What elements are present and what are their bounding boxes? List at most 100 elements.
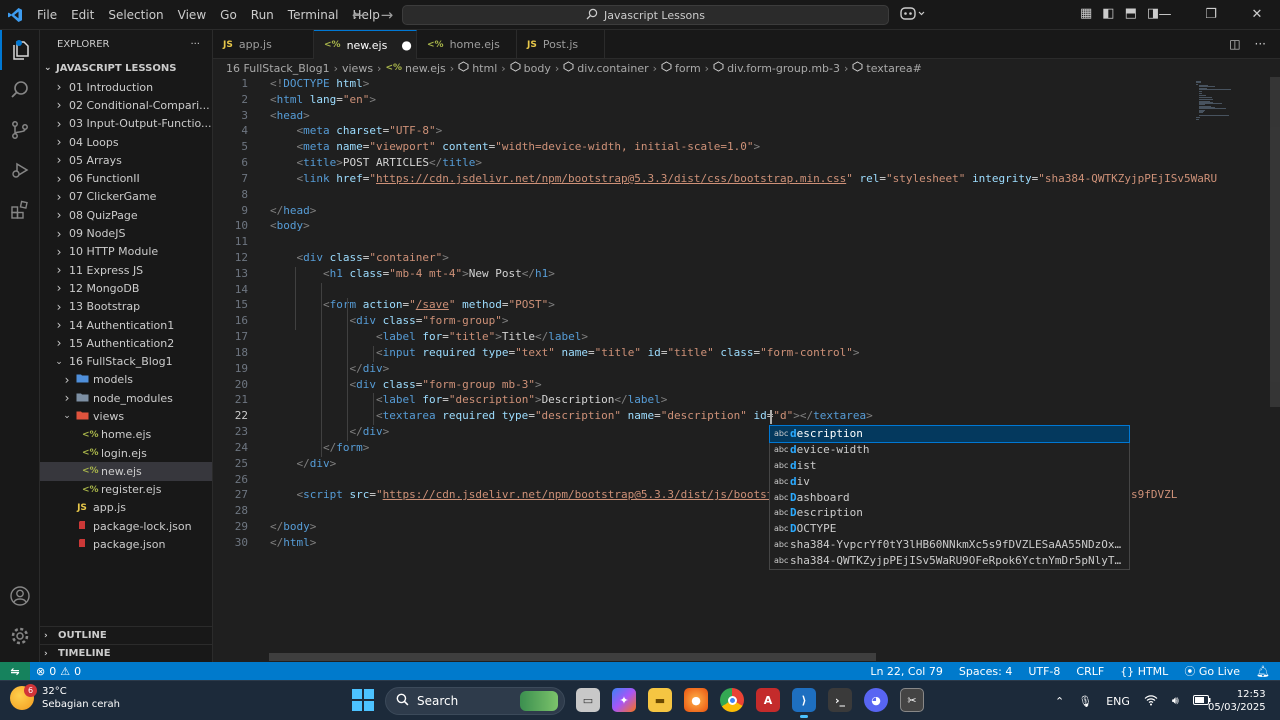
go-live-button[interactable]: ⦿ Go Live bbox=[1184, 663, 1240, 679]
code-line[interactable]: <div class="form-group mb-3"> bbox=[270, 378, 541, 391]
code-line[interactable]: <textarea required type="description" na… bbox=[270, 409, 873, 422]
code-line[interactable]: <div class="form-group"> bbox=[270, 314, 508, 327]
problems-indicator[interactable]: ⊗ 0 ⚠ 0 bbox=[30, 665, 81, 678]
breadcrumb-item[interactable]: 16 FullStack_Blog1 bbox=[226, 62, 330, 75]
menu-edit[interactable]: Edit bbox=[64, 0, 101, 30]
suggestion-item[interactable]: abc dist bbox=[770, 458, 1129, 474]
tree-folder[interactable]: › 09 NodeJS bbox=[40, 224, 212, 242]
explorer-icon[interactable] bbox=[0, 30, 40, 70]
system-clock[interactable]: 12:53 05/03/2025 bbox=[1208, 688, 1266, 714]
vscode-taskbar-icon[interactable]: ⟩ bbox=[792, 688, 816, 718]
suggestion-item[interactable]: abc Dashboard bbox=[770, 489, 1129, 505]
volume-icon[interactable]: 🔊︎ bbox=[1172, 694, 1179, 708]
copilot-app-icon[interactable]: ✦ bbox=[612, 688, 636, 712]
minimap[interactable] bbox=[1188, 77, 1278, 662]
tree-folder[interactable]: › 06 FunctionII bbox=[40, 169, 212, 187]
snipping-tool-icon[interactable]: ✂ bbox=[900, 688, 924, 712]
code-line[interactable]: <label for="description">Description</la… bbox=[270, 393, 667, 406]
tree-folder[interactable]: ⌄ views bbox=[40, 407, 212, 425]
code-line[interactable]: </div> bbox=[270, 457, 337, 470]
chevron-up-icon[interactable]: ⌃ bbox=[1055, 695, 1064, 708]
back-arrow-icon[interactable]: ← bbox=[352, 6, 365, 24]
outline-section[interactable]: › OUTLINE bbox=[40, 626, 213, 644]
timeline-section[interactable]: › TIMELINE bbox=[40, 644, 213, 662]
suggestion-item[interactable]: abc Description bbox=[770, 505, 1129, 521]
breadcrumb-item[interactable]: div.form-group.mb-3 bbox=[713, 61, 840, 75]
code-line[interactable]: </div> bbox=[270, 362, 389, 375]
tree-file[interactable]: <% login.ejs bbox=[40, 444, 212, 462]
menu-run[interactable]: Run bbox=[244, 0, 281, 30]
unsaved-dot-icon[interactable]: ● bbox=[401, 38, 411, 52]
menu-terminal[interactable]: Terminal bbox=[281, 0, 346, 30]
search-icon[interactable] bbox=[0, 70, 40, 110]
tree-folder[interactable]: › 04 Loops bbox=[40, 133, 212, 151]
tree-file[interactable]: package.json bbox=[40, 535, 212, 553]
tab-app-js[interactable]: JS app.js bbox=[213, 30, 314, 59]
firefox-icon[interactable]: ● bbox=[684, 688, 708, 712]
manage-gear-icon[interactable] bbox=[0, 616, 40, 656]
code-line[interactable]: <head> bbox=[270, 109, 310, 122]
tree-folder[interactable]: › models bbox=[40, 371, 212, 389]
code-line[interactable]: <input required type="text" name="title"… bbox=[270, 346, 860, 359]
code-line[interactable]: <link href="https://cdn.jsdelivr.net/npm… bbox=[270, 172, 1218, 185]
tree-file[interactable]: <% register.ejs bbox=[40, 481, 212, 499]
terminal-icon[interactable]: ›_ bbox=[828, 688, 852, 712]
tree-folder[interactable]: › 15 Authentication2 bbox=[40, 334, 212, 352]
vertical-scrollbar[interactable] bbox=[1270, 77, 1280, 407]
more-actions-icon[interactable]: ··· bbox=[1255, 37, 1266, 51]
breadcrumb-item[interactable]: html bbox=[458, 61, 497, 75]
breadcrumb-item[interactable]: textarea# bbox=[852, 61, 922, 75]
tree-file[interactable]: JS app.js bbox=[40, 499, 212, 517]
tree-folder[interactable]: › 14 Authentication1 bbox=[40, 316, 212, 334]
task-view-icon[interactable]: ▭ bbox=[576, 688, 600, 712]
tab-post-js[interactable]: JS Post.js bbox=[517, 30, 605, 59]
code-line[interactable]: <div class="container"> bbox=[270, 251, 449, 264]
command-center-search[interactable]: Javascript Lessons bbox=[402, 5, 889, 25]
tree-folder[interactable]: ⌄ 16 FullStack_Blog1 bbox=[40, 352, 212, 370]
remote-icon[interactable]: ⇋ bbox=[0, 662, 30, 680]
chrome-icon[interactable] bbox=[720, 688, 744, 712]
code-line[interactable]: </form> bbox=[270, 441, 369, 454]
input-language[interactable]: ENG bbox=[1106, 695, 1130, 708]
source-control-icon[interactable] bbox=[0, 110, 40, 150]
pdf-reader-icon[interactable]: A bbox=[756, 688, 780, 712]
tree-folder[interactable]: › 12 MongoDB bbox=[40, 279, 212, 297]
code-editor[interactable]: 1 2 3 4 5 6 7 8 9 10 11 12 13 14 15 16 17 18 19 20 21 22 23 24 2… bbox=[213, 77, 1280, 662]
tab-home-ejs[interactable]: <% home.ejs bbox=[417, 30, 517, 59]
code-line[interactable]: </body> bbox=[270, 520, 316, 533]
file-explorer-icon[interactable]: ▬ bbox=[648, 688, 672, 712]
menu-file[interactable]: File bbox=[30, 0, 64, 30]
tree-file[interactable]: package-lock.json bbox=[40, 517, 212, 535]
taskbar-search[interactable]: Search bbox=[385, 687, 565, 715]
code-line[interactable]: </html> bbox=[270, 536, 316, 549]
suggestion-item[interactable]: abc DOCTYPE bbox=[770, 521, 1129, 537]
code-line[interactable]: <h1 class="mb-4 mt-4">New Post</h1> bbox=[270, 267, 555, 280]
microphone-icon[interactable]: 🎙︎ bbox=[1078, 695, 1092, 708]
menu-view[interactable]: View bbox=[171, 0, 213, 30]
tree-folder[interactable]: › 05 Arrays bbox=[40, 151, 212, 169]
tree-folder[interactable]: › node_modules bbox=[40, 389, 212, 407]
breadcrumb-item[interactable]: body bbox=[510, 61, 551, 75]
tree-folder[interactable]: › 03 Input-Output-Functio... bbox=[40, 115, 212, 133]
breadcrumb-item[interactable]: <% new.ejs bbox=[385, 62, 445, 75]
end-of-line[interactable]: CRLF bbox=[1076, 665, 1104, 678]
code-line[interactable]: <meta charset="UTF-8"> bbox=[270, 124, 443, 137]
split-editor-icon[interactable]: ◫ bbox=[1229, 37, 1240, 51]
breadcrumb-item[interactable]: div.container bbox=[563, 61, 649, 75]
tree-folder[interactable]: › 02 Conditional-Compari... bbox=[40, 96, 212, 114]
customize-layout-icon[interactable]: ▦ bbox=[1080, 6, 1092, 21]
tree-folder[interactable]: › 07 ClickerGame bbox=[40, 188, 212, 206]
run-debug-icon[interactable] bbox=[0, 150, 40, 190]
tab-new-ejs[interactable]: <% new.ejs ● bbox=[314, 30, 417, 59]
breadcrumb-item[interactable]: form bbox=[661, 61, 701, 75]
tree-folder[interactable]: › 13 Bootstrap bbox=[40, 298, 212, 316]
code-line[interactable]: <form action="/save" method="POST"> bbox=[270, 298, 555, 311]
more-actions-icon[interactable]: ··· bbox=[190, 39, 200, 50]
suggestion-item[interactable]: abc div bbox=[770, 473, 1129, 489]
code-line[interactable]: <!DOCTYPE html> bbox=[270, 77, 369, 90]
code-line[interactable]: </head> bbox=[270, 204, 316, 217]
horizontal-scrollbar[interactable] bbox=[269, 653, 876, 661]
indentation[interactable]: Spaces: 4 bbox=[959, 665, 1012, 678]
toggle-panel-icon[interactable]: ⬒ bbox=[1125, 6, 1137, 21]
account-icon[interactable] bbox=[0, 576, 40, 616]
